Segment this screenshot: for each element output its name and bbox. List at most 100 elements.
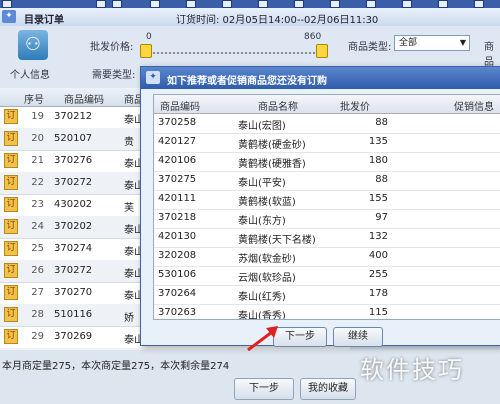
table-row[interactable]: 370275 泰山(平安) 88 — [154, 170, 500, 191]
row-name: 泰山(平安) — [238, 178, 286, 189]
user-info-icon[interactable]: ⚇ — [18, 30, 48, 60]
table-row[interactable]: 320208 苏烟(软金砂) 400 — [154, 246, 500, 267]
row-price: 255 — [368, 269, 388, 280]
order-icon[interactable]: 订 — [4, 241, 18, 256]
row-name: 贵 — [124, 137, 134, 148]
price-min-value: 0 — [146, 32, 152, 42]
next-button[interactable]: 下一步 — [234, 378, 294, 400]
row-code: 370272 — [54, 265, 93, 276]
table-row[interactable]: 420130 黄鹤楼(天下名楼) 132 — [154, 227, 500, 248]
row-code: 370212 — [54, 111, 93, 122]
goods-type-select[interactable]: 全部 ▼ — [394, 35, 470, 51]
taskbar-app-icon[interactable] — [474, 0, 484, 8]
row-name: 泰山(东方) — [238, 216, 286, 227]
taskbar-app-icon[interactable] — [402, 0, 412, 8]
table-row[interactable]: 530106 云烟(软珍品) 255 — [154, 265, 500, 286]
price-max-value: 860 — [304, 32, 322, 42]
order-icon[interactable]: 订 — [4, 285, 18, 300]
taskbar-app-icon[interactable] — [150, 0, 160, 8]
row-code: 370269 — [54, 331, 93, 342]
row-name: 苏烟(软金砂) — [238, 254, 296, 265]
dialog-table-header: 商品编码 商品名称 批发价 促销信息 — [154, 95, 500, 114]
row-price: 97 — [375, 212, 388, 223]
my-favorites-button[interactable]: 我的收藏 — [300, 378, 356, 400]
order-icon[interactable]: 订 — [4, 329, 18, 344]
row-name: 黄鹤楼(硬金砂) — [238, 140, 306, 151]
table-row[interactable]: 420127 黄鹤楼(硬金砂) 135 — [154, 132, 500, 153]
watermark-text: 软件技巧 — [360, 356, 464, 384]
column-header[interactable]: 促销信息 — [454, 98, 494, 113]
order-icon[interactable]: 订 — [4, 175, 18, 190]
row-code: 370264 — [158, 288, 197, 299]
column-header[interactable]: 商品名称 — [258, 98, 298, 113]
row-code: 370276 — [54, 155, 93, 166]
recommendation-table: 商品编码 商品名称 批发价 促销信息 370258 泰山(宏图) 88 420127 黄… — [153, 94, 500, 320]
table-row[interactable]: 370263 泰山(香秀) 115 — [154, 303, 500, 320]
order-icon[interactable]: 订 — [4, 109, 18, 124]
column-header[interactable]: 商品编码 — [160, 98, 200, 113]
row-seq: 24 — [31, 221, 44, 232]
row-seq: 19 — [31, 111, 44, 122]
column-header[interactable]: 序号 — [24, 91, 44, 106]
chevron-down-icon: ▼ — [459, 38, 466, 47]
row-code: 320208 — [158, 250, 197, 261]
taskbar-app-icon[interactable] — [186, 0, 196, 8]
slider-max-handle[interactable] — [316, 44, 328, 58]
taskbar-app-icon[interactable] — [294, 0, 304, 8]
row-name: 黄鹤楼(天下名楼) — [238, 235, 316, 246]
goods-type-value: 全部 — [399, 38, 418, 48]
row-price: 115 — [368, 307, 388, 318]
slider-min-handle[interactable] — [140, 44, 152, 58]
row-name: 泰山(香秀) — [238, 311, 286, 320]
taskbar-app-icon[interactable] — [366, 0, 376, 8]
row-seq: 20 — [31, 133, 44, 144]
row-code: 370218 — [158, 212, 197, 223]
row-code: 370272 — [54, 177, 93, 188]
window-title-bar: ✦ 目录订单 订货时间: 02月05日14:00--02月06日11:30 — [0, 8, 500, 27]
row-price: 88 — [375, 117, 388, 128]
row-code: 520107 — [54, 133, 93, 144]
row-price: 400 — [368, 250, 388, 261]
order-summary-text: 本月商定量275，本次商定量275，本次剩余量274 — [2, 361, 230, 372]
row-name: 黄鹤楼(软蓝) — [238, 197, 296, 208]
row-name: 泰山(宏图) — [238, 121, 286, 132]
taskbar-app-icon[interactable] — [330, 0, 340, 8]
taskbar-app-icon[interactable] — [258, 0, 268, 8]
row-seq: 29 — [31, 331, 44, 342]
order-icon[interactable]: 订 — [4, 131, 18, 146]
row-name: 泰山(红秀) — [238, 292, 286, 303]
row-price: 132 — [368, 231, 388, 242]
order-icon[interactable]: 订 — [4, 197, 18, 212]
price-range-slider[interactable] — [146, 46, 322, 54]
table-row[interactable]: 420111 黄鹤楼(软蓝) 155 — [154, 189, 500, 210]
order-icon[interactable]: 订 — [4, 307, 18, 322]
taskbar-app-icon[interactable] — [96, 0, 106, 8]
row-seq: 21 — [31, 155, 44, 166]
order-icon[interactable]: 订 — [4, 153, 18, 168]
taskbar-app-icon[interactable] — [222, 0, 232, 8]
dialog-title-bar: ✦ 如下推荐或者促销商品您还没有订购 — [141, 67, 500, 89]
row-seq: 26 — [31, 265, 44, 276]
column-header[interactable]: 商品编码 — [64, 91, 104, 106]
taskbar-app-icon[interactable] — [2, 0, 12, 8]
user-info-label[interactable]: 个人信息 — [10, 66, 50, 81]
dialog-continue-button[interactable]: 继续 — [333, 327, 383, 347]
row-code: 370275 — [158, 174, 197, 185]
row-code: 420111 — [158, 193, 197, 204]
order-icon[interactable]: 订 — [4, 219, 18, 234]
row-name: 娇 — [124, 313, 134, 324]
column-header[interactable]: 批发价 — [340, 98, 370, 113]
table-row[interactable]: 370264 泰山(红秀) 178 — [154, 284, 500, 305]
goods-type-label: 商品类型: — [348, 42, 392, 53]
row-price: 88 — [375, 174, 388, 185]
taskbar-app-icon[interactable] — [112, 0, 122, 8]
row-code: 420130 — [158, 231, 197, 242]
row-name: 黄鹤楼(硬雅香) — [238, 159, 306, 170]
table-row[interactable]: 370218 泰山(东方) 97 — [154, 208, 500, 229]
row-code: 370263 — [158, 307, 197, 318]
order-icon[interactable]: 订 — [4, 263, 18, 278]
table-row[interactable]: 370258 泰山(宏图) 88 — [154, 113, 500, 134]
table-row[interactable]: 420106 黄鹤楼(硬雅香) 180 — [154, 151, 500, 172]
dialog-title: 如下推荐或者促销商品您还没有订购 — [167, 76, 327, 87]
taskbar-app-icon[interactable] — [438, 0, 448, 8]
